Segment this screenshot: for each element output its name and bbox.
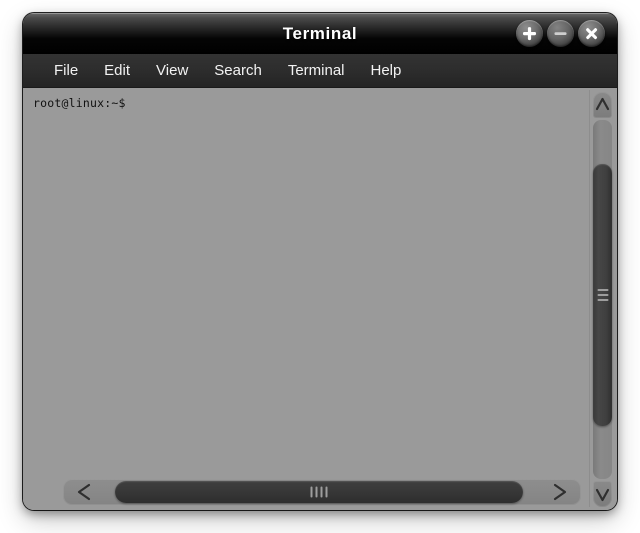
vertical-scrollbar[interactable] <box>589 90 615 509</box>
chevron-down-icon <box>595 488 610 502</box>
close-button[interactable] <box>578 20 605 47</box>
menu-item-terminal[interactable]: Terminal <box>275 60 358 81</box>
menu-item-view[interactable]: View <box>143 60 201 81</box>
title-bar[interactable]: Terminal <box>23 13 617 54</box>
vertical-scrollbar-trough[interactable] <box>593 120 612 479</box>
vertical-scrollbar-thumb[interactable] <box>593 164 612 426</box>
menu-item-help[interactable]: Help <box>358 60 415 81</box>
chevron-right-icon <box>553 483 567 501</box>
minimize-button[interactable] <box>547 20 574 47</box>
vertical-scrollbar-grip <box>597 286 608 304</box>
horizontal-scrollbar-thumb[interactable] <box>115 481 523 503</box>
scroll-down-arrow[interactable] <box>593 481 612 507</box>
maximize-button[interactable] <box>516 20 543 47</box>
terminal-body: root@linux:~$ <box>23 88 617 510</box>
close-icon <box>586 28 598 40</box>
plus-icon <box>523 27 536 41</box>
scroll-up-arrow[interactable] <box>593 92 612 118</box>
shell-prompt: root@linux:~$ <box>33 96 126 110</box>
chevron-left-icon <box>77 483 91 501</box>
chevron-up-icon <box>595 97 610 111</box>
window-bottom-edge <box>23 507 617 510</box>
scroll-right-arrow[interactable] <box>537 479 581 505</box>
terminal-screen[interactable]: root@linux:~$ <box>23 88 589 510</box>
scroll-left-arrow[interactable] <box>63 479 107 505</box>
horizontal-scrollbar[interactable] <box>63 479 581 505</box>
minus-icon <box>554 32 567 35</box>
menu-item-edit[interactable]: Edit <box>91 60 143 81</box>
menu-item-file[interactable]: File <box>41 60 91 81</box>
horizontal-scrollbar-grip <box>310 486 328 498</box>
window-controls <box>516 20 605 47</box>
terminal-window: Terminal File Edit View Search Terminal … <box>23 13 617 510</box>
menu-item-search[interactable]: Search <box>201 60 275 81</box>
menu-bar: File Edit View Search Terminal Help <box>23 54 617 88</box>
